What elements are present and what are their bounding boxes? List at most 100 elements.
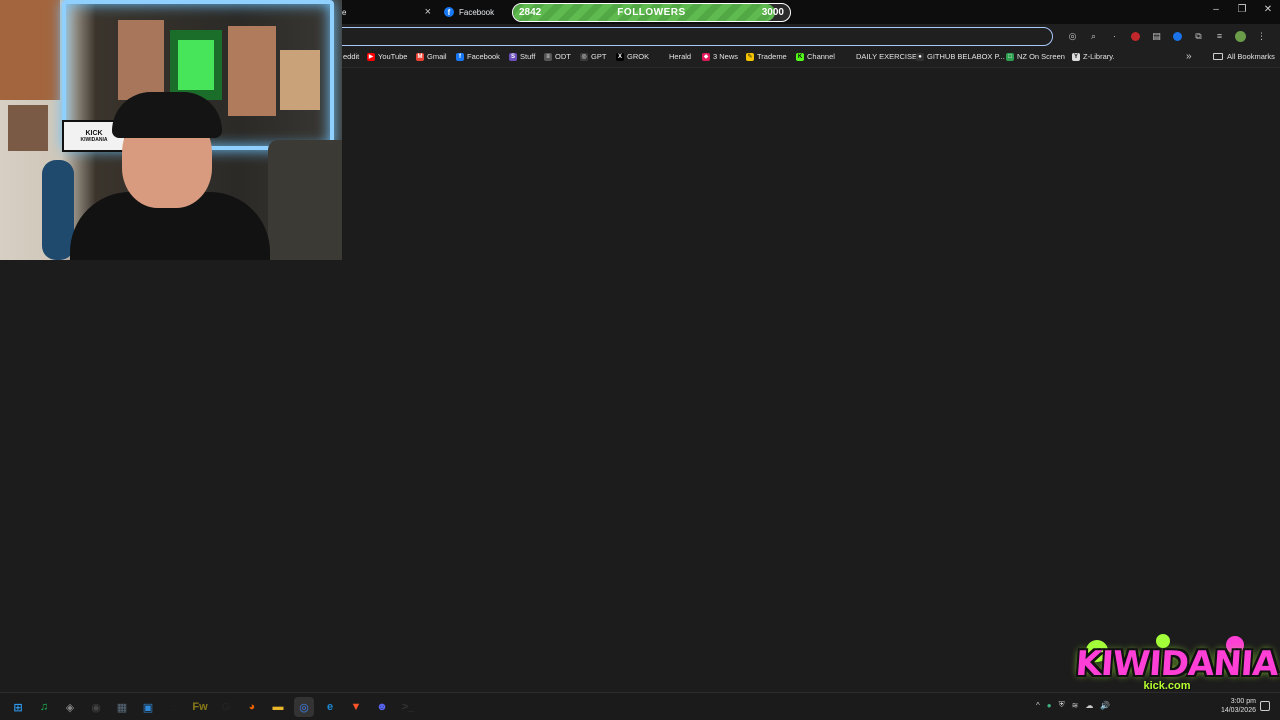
show-hidden-icons[interactable]: ^ [1036,701,1040,710]
bookmark-item[interactable]: ◆ 3 News [702,52,738,61]
bookmark-item[interactable]: X GROK [616,52,649,61]
cloud-icon[interactable]: ☁ [1085,701,1093,710]
facebook-icon: f [456,52,464,61]
nzonscreen-icon: □ [1006,52,1014,61]
cast-icon[interactable]: · [1104,29,1125,43]
block-extension-icon[interactable] [1125,29,1146,43]
reading-list-icon[interactable]: ≡ [1209,29,1230,43]
browser-menu-icon[interactable]: ⋮ [1251,29,1272,43]
youtube-icon: ▶ [367,52,375,61]
clock-time: 3:00 pm [1230,698,1256,705]
bookmark-label: 3 News [713,52,739,61]
edge-icon[interactable]: e [320,697,340,717]
more-bookmarks-icon[interactable]: » [1186,51,1192,62]
webcam-overlay: KICK KIWIDANIA [0,0,342,260]
wall-poster [118,20,164,100]
close-window-button[interactable]: ✕ [1262,4,1274,15]
browser-tab-facebook[interactable]: f Facebook [444,2,504,22]
zlibrary-icon: Y [1072,52,1080,61]
tab-close-icon[interactable]: × [425,6,431,18]
bookmark-label: Facebook [467,52,500,61]
followers-label: FOLLOWERS [617,7,686,18]
incognito-icon[interactable]: ◎ [1062,29,1083,43]
tab-title: Facebook [459,7,495,17]
terminal-icon[interactable]: >_ [398,697,418,717]
windows-start-icon[interactable]: ⊞ [8,697,28,717]
puzzle-extensions-icon[interactable]: ⧉ [1188,29,1209,43]
volume-icon[interactable]: 🔊 [1100,701,1110,710]
obs-icon[interactable]: ◉ [86,697,106,717]
bookmark-label: ODT [555,52,571,61]
bookmark-item[interactable]: ● GITHUB BELABOX P... [916,52,1005,61]
bookmark-item[interactable]: S Stuff [509,52,535,61]
clock-date: 14/03/2026 [1220,707,1256,714]
password-manager-icon[interactable] [1167,29,1188,43]
bookmark-item[interactable]: ▶ YouTube [367,52,407,61]
3news-icon: ◆ [702,52,710,61]
streamer [70,92,270,260]
bookmark-label: DAILY EXERCISE! [856,52,920,61]
bookmark-item[interactable]: Y Z-Library. [1072,52,1115,61]
extension-icons: ◎ ⌕ · ▤ ⧉ ≡ ⋮ [1062,29,1272,43]
all-bookmarks-button[interactable]: All Bookmarks [1213,52,1275,61]
minimize-button[interactable]: – [1210,4,1222,15]
firefox-icon[interactable]: ◕ [242,697,262,717]
brave-icon[interactable]: ▼ [346,697,366,717]
facebook-icon: f [444,7,454,17]
bookmark-item[interactable]: K Channel [796,52,835,61]
steam-icon[interactable]: ♨ [164,697,184,717]
network-icon[interactable]: ≋ [1072,701,1079,710]
trademe-icon: ✎ [746,52,754,61]
fireworks-icon[interactable]: Fw [190,697,210,717]
security-icon[interactable]: ⛨ [1059,700,1065,710]
followers-goal-bar: 2842 FOLLOWERS 3000 [512,3,791,22]
bookmark-label: Z-Library. [1083,52,1115,61]
browser-tab[interactable]: e × [342,2,437,22]
logo-title: KIWIDANIA [1074,644,1280,684]
followers-current: 2842 [519,7,542,18]
cap [112,92,222,138]
desktop-app-icon[interactable]: ▦ [112,697,132,717]
shield-app-icon[interactable]: ◈ [60,697,80,717]
bookmark-item[interactable]: f Facebook [456,52,500,61]
bookmark-item[interactable]: ✎ Trademe [746,52,787,61]
chrome-icon[interactable]: ◎ [294,697,314,717]
stuff-icon: S [509,52,517,61]
wall-poster [8,105,48,151]
bookmark-label: Trademe [757,52,787,61]
extension-icon[interactable]: ▤ [1146,29,1167,43]
status-dot-icon[interactable]: ● [1047,701,1052,710]
github-icon: ● [916,52,924,61]
notifications-icon[interactable] [1260,701,1270,711]
bookmark-item[interactable]: eddit [343,52,359,61]
bookmark-label: Channel [807,52,835,61]
wall-poster [280,50,320,110]
bookmark-label: GROK [627,52,650,61]
bookmark-item[interactable]: ◎ GPT [580,52,606,61]
bookmark-item[interactable]: ≡ ODT [544,52,571,61]
wall-poster [0,0,60,100]
clock[interactable]: 3:00 pm 14/03/2026 [1214,697,1256,715]
tab-title: e [342,7,347,17]
discord-icon[interactable]: ☻ [372,697,392,717]
bookmark-label: NZ On Screen [1017,52,1065,61]
zoom-icon[interactable]: ⌕ [1083,29,1104,43]
profile-avatar[interactable] [1230,29,1251,43]
address-bar[interactable] [330,27,1053,46]
folder-icon [1213,53,1223,60]
followers-goal: 3000 [761,7,784,18]
file-explorer-icon[interactable]: ▬ [268,697,288,717]
taskbar: ⊞ ♫ ◈ ◉ ▦ ▣ ♨ Fw G ◕ ▬ ◎ e ▼ ☻ >_ ^ ● ⛨ ≋ ☁ 🔊 3:00 pm 14/03/… [0,692,1280,720]
x-icon: X [616,52,624,61]
maximize-button[interactable]: ❐ [1236,4,1248,15]
bookmark-item[interactable]: DAILY EXERCISE! [856,52,919,61]
spotify-icon[interactable]: ♫ [34,697,54,717]
gmail-icon: M [416,52,424,61]
blue-app-icon[interactable]: ▣ [138,697,158,717]
bookmark-item[interactable]: M Gmail [416,52,447,61]
gaming-app-icon[interactable]: G [216,697,236,717]
bookmark-item[interactable]: Herald [669,52,691,61]
system-tray: ^ ● ⛨ ≋ ☁ 🔊 [1036,700,1110,710]
bookmark-item[interactable]: □ NZ On Screen [1006,52,1065,61]
bookmark-label: Herald [669,52,692,61]
